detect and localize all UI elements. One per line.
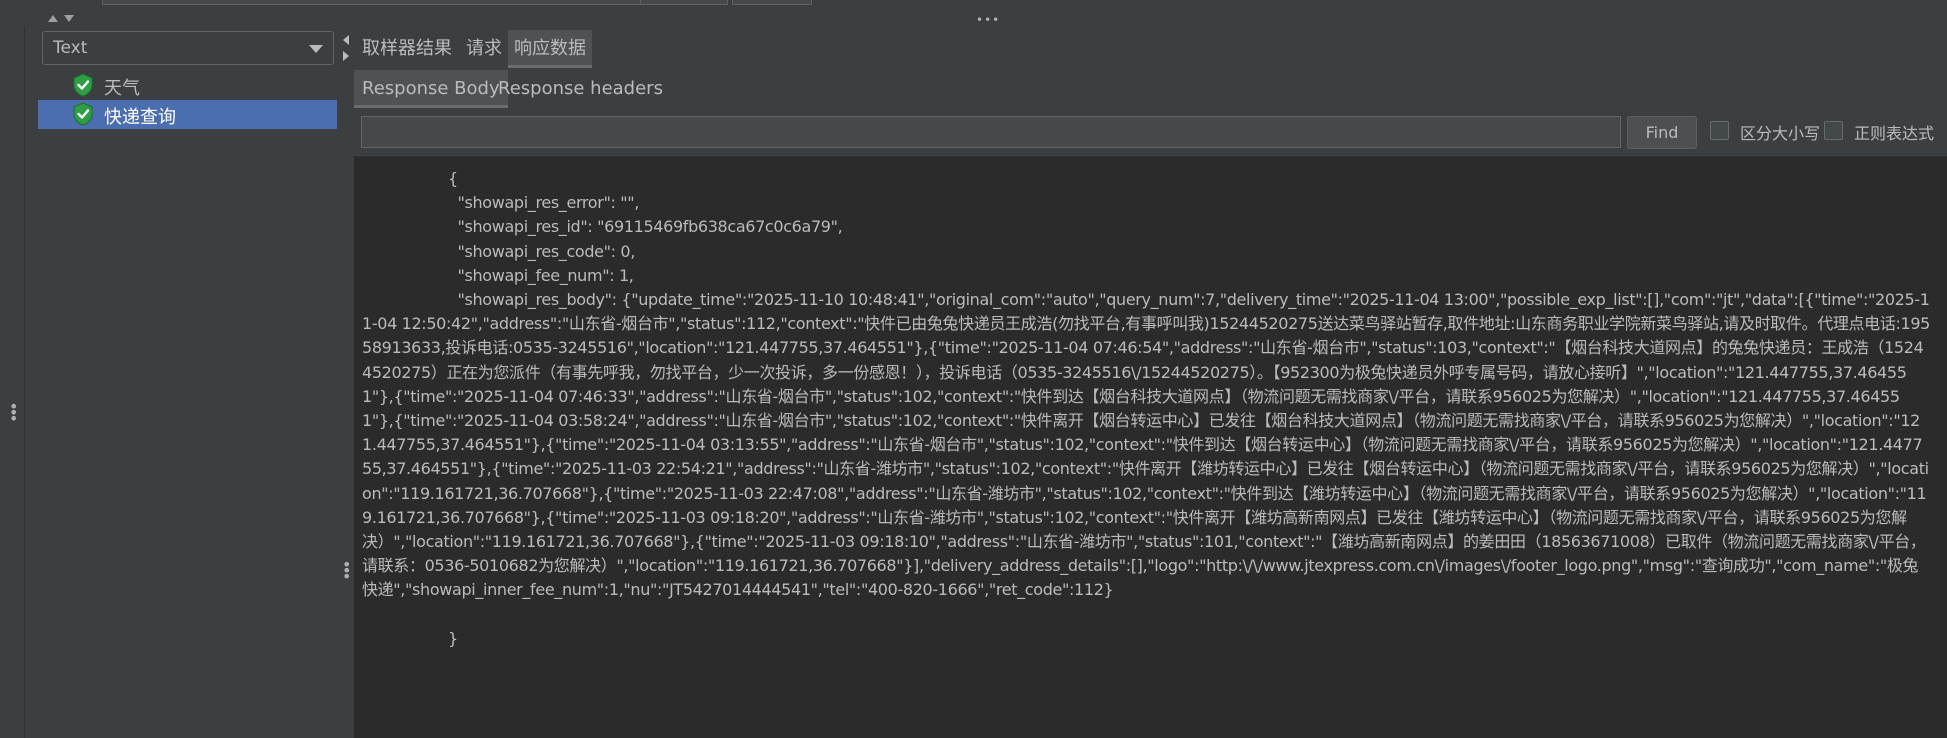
case-sensitive-label: 区分大小写	[1740, 124, 1821, 143]
grip-horizontal-icon[interactable]: •••	[976, 14, 1000, 26]
json-line: "showapi_res_code": 0,	[448, 241, 635, 261]
tab-sampler-result[interactable]: 取样器结果	[356, 30, 458, 68]
tab-request[interactable]: 请求	[460, 30, 508, 68]
collapse-left-icon[interactable]	[343, 35, 349, 45]
subtab-label: Response Body	[362, 78, 500, 99]
response-json: { "showapi_res_error": "", "showapi_res_…	[362, 167, 1930, 651]
grip-vertical-icon[interactable]: • • •	[342, 557, 351, 585]
grip-vertical-icon[interactable]: • • •	[9, 399, 18, 427]
tree-item-label: 天气	[104, 78, 140, 99]
tab-response-headers[interactable]: Response headers	[490, 70, 671, 108]
tree-item-label: 快递查询	[104, 107, 176, 128]
tab-response-data[interactable]: 响应数据	[508, 30, 592, 68]
collapse-down-arrow-icon[interactable]	[64, 15, 74, 22]
success-shield-icon	[73, 73, 93, 97]
left-gutter	[0, 26, 25, 738]
search-input[interactable]	[361, 116, 1621, 148]
expand-right-icon[interactable]	[343, 51, 349, 61]
success-shield-icon	[73, 102, 93, 126]
renderer-select[interactable]: Text	[42, 31, 334, 65]
json-open-brace: {	[448, 169, 458, 188]
top-button-edge	[640, 0, 728, 5]
tree-item-weather[interactable]: 天气	[38, 71, 337, 100]
top-field-edge	[102, 0, 644, 5]
json-blank-line	[362, 603, 1930, 627]
panel-splitter[interactable]	[339, 26, 353, 738]
case-sensitive-checkbox[interactable]	[1710, 121, 1729, 140]
json-line: "showapi_fee_num": 1,	[448, 265, 634, 285]
tab-label: 取样器结果	[362, 38, 452, 59]
json-close-brace: }	[448, 628, 458, 648]
tree-item-express-query[interactable]: 快递查询	[38, 100, 337, 129]
subtab-label: Response headers	[498, 78, 663, 99]
results-tree-panel	[36, 26, 340, 738]
collapse-up-arrow-icon[interactable]	[48, 15, 58, 22]
regex-label: 正则表达式	[1854, 124, 1935, 143]
tab-response-body[interactable]: Response Body	[354, 70, 508, 108]
top-button-edge	[732, 0, 812, 5]
tab-label: 请求	[466, 38, 502, 59]
tab-label: 响应数据	[514, 38, 586, 59]
json-line: "showapi_res_id": "69115469fb638ca67c0c6…	[448, 217, 843, 237]
regex-checkbox[interactable]	[1824, 121, 1843, 140]
json-line: "showapi_res_error": "",	[448, 193, 639, 213]
json-body-line: "showapi_res_body": {"update_time":"2025…	[362, 290, 1931, 600]
response-body-viewer[interactable]: { "showapi_res_error": "", "showapi_res_…	[354, 157, 1947, 738]
renderer-select-value: Text	[53, 38, 88, 58]
find-button[interactable]: Find	[1627, 116, 1697, 149]
chevron-down-icon	[309, 45, 323, 53]
